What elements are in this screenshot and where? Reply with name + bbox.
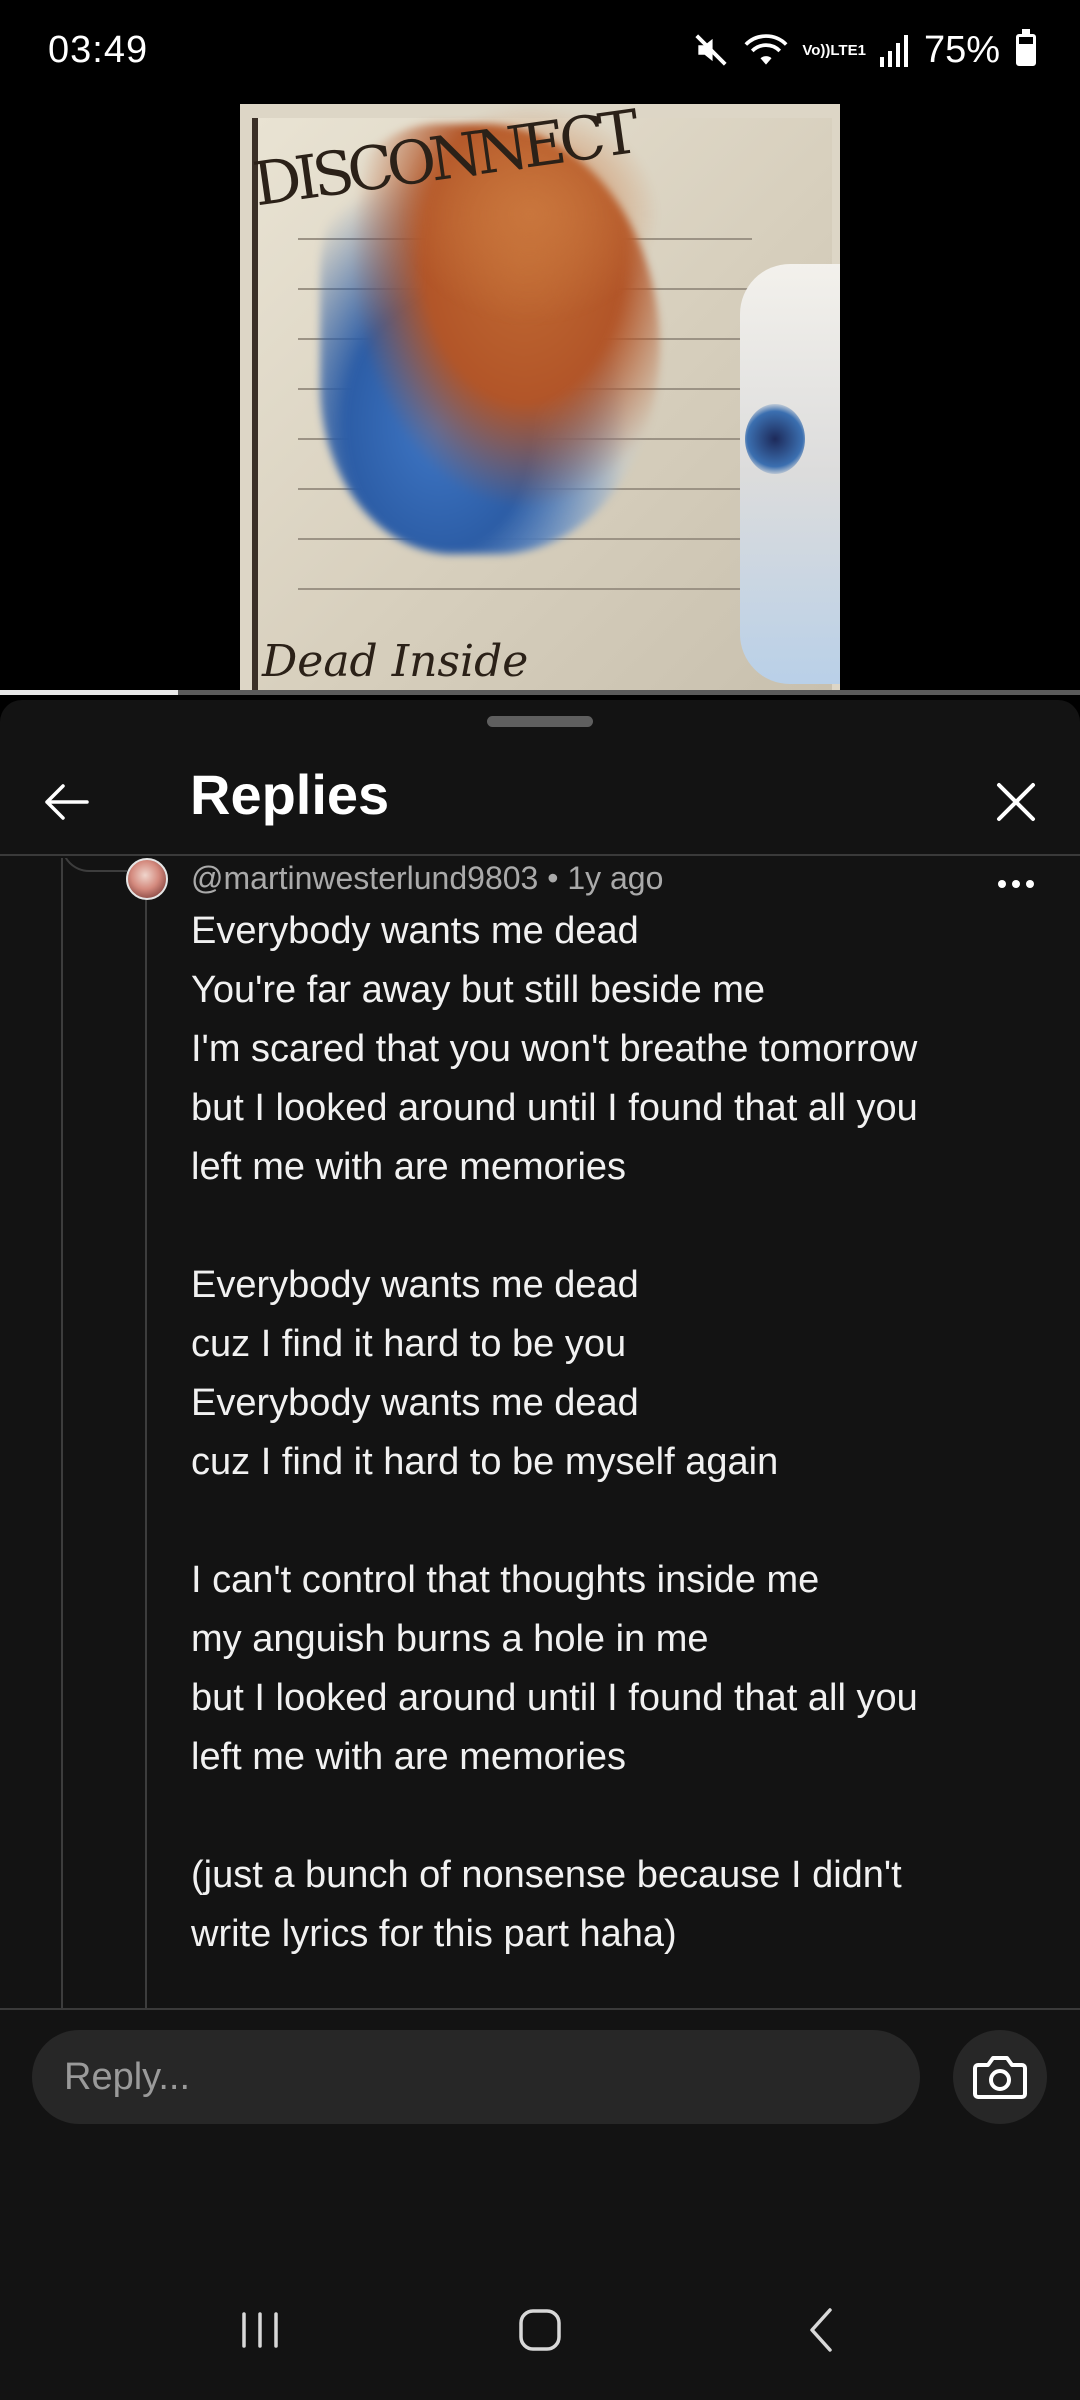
signal-icon bbox=[879, 33, 910, 67]
avatar[interactable] bbox=[126, 858, 168, 900]
wifi-icon bbox=[744, 31, 788, 69]
battery-level bbox=[1019, 43, 1033, 63]
recents-button[interactable] bbox=[215, 2285, 305, 2375]
status-bar: 03:49 Vo)) LTE1 75% bbox=[0, 0, 1080, 100]
sheet-drag-handle[interactable] bbox=[487, 716, 593, 727]
camera-icon bbox=[973, 2056, 1027, 2099]
paper-line bbox=[298, 588, 752, 590]
album-title: Dead Inside bbox=[262, 636, 529, 687]
thread-connector-curve bbox=[61, 858, 127, 872]
screen: 03:49 Vo)) LTE1 75% DISCONNECT Dead Insi… bbox=[0, 0, 1080, 2400]
recents-icon bbox=[242, 2312, 278, 2348]
replies-sheet: Replies @martinwesterlund9803 • 1y ago E… bbox=[0, 700, 1080, 2400]
close-icon bbox=[997, 783, 1035, 821]
more-vert-icon bbox=[998, 880, 1006, 888]
network-type: Vo)) LTE1 bbox=[802, 41, 866, 59]
comment-age: 1y ago bbox=[567, 860, 664, 896]
battery-percent: 75% bbox=[923, 28, 1000, 71]
thread-connector-line bbox=[145, 898, 147, 2008]
more-options-button[interactable] bbox=[986, 864, 1046, 904]
album-art-figure-face bbox=[745, 404, 805, 474]
video-progress-bar[interactable] bbox=[0, 690, 1080, 695]
comment-meta: @martinwesterlund9803 • 1y ago bbox=[191, 860, 663, 897]
album-art-figure bbox=[740, 264, 840, 684]
back-button[interactable] bbox=[34, 770, 98, 834]
mute-icon bbox=[692, 31, 730, 69]
close-button[interactable] bbox=[984, 770, 1048, 834]
nav-back-button[interactable] bbox=[775, 2285, 865, 2375]
album-cover-image: DISCONNECT Dead Inside bbox=[240, 104, 840, 695]
page-title: Replies bbox=[190, 763, 390, 826]
video-progress-fill bbox=[0, 690, 179, 695]
arrow-left-icon bbox=[45, 784, 89, 820]
video-player[interactable]: DISCONNECT Dead Inside bbox=[0, 100, 1080, 695]
camera-button[interactable] bbox=[953, 2030, 1047, 2124]
comment-author[interactable]: @martinwesterlund9803 bbox=[191, 860, 538, 896]
status-time: 03:49 bbox=[48, 28, 149, 71]
thread-connector-line bbox=[61, 858, 63, 2008]
chevron-left-icon bbox=[810, 2308, 832, 2352]
more-vert-icon bbox=[1012, 880, 1020, 888]
home-icon bbox=[519, 2309, 561, 2351]
reply-input[interactable]: Reply... bbox=[32, 2030, 920, 2124]
divider bbox=[0, 2008, 1080, 2010]
comment-text: Everybody wants me dead You're far away … bbox=[191, 910, 918, 1955]
battery-icon bbox=[1016, 29, 1036, 66]
reply-thread: @martinwesterlund9803 • 1y ago Everybody… bbox=[0, 858, 1080, 2008]
more-vert-icon bbox=[1026, 880, 1034, 888]
replies-header: Replies bbox=[0, 740, 1080, 856]
system-nav-bar bbox=[0, 2260, 1080, 2400]
meta-separator: • bbox=[538, 860, 568, 896]
home-button[interactable] bbox=[495, 2285, 585, 2375]
status-icons: Vo)) LTE1 75% bbox=[692, 29, 1036, 72]
